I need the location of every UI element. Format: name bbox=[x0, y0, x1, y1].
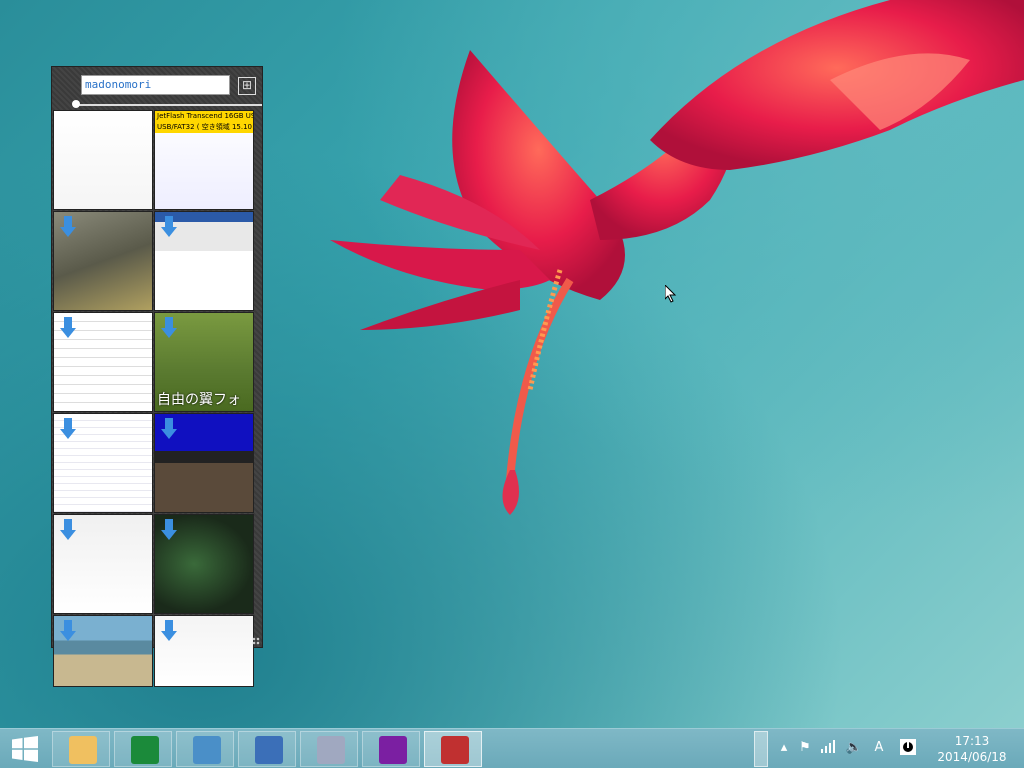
thumbnail-tile[interactable] bbox=[53, 211, 153, 311]
thumbnail-tile[interactable] bbox=[154, 211, 254, 311]
download-arrow-icon[interactable] bbox=[60, 216, 76, 238]
layout-icon: ⊞ bbox=[241, 78, 253, 92]
download-arrow-icon[interactable] bbox=[161, 418, 177, 440]
desktop[interactable]: madonomori ⊞ JetFlash Transcend 16GB USB… bbox=[0, 0, 1024, 768]
thumbnail-tile[interactable] bbox=[53, 312, 153, 412]
taskbar: ▴ ⚑ 🔈 A 17:13 2014/06/18 bbox=[0, 728, 1024, 768]
thumbnail-panel[interactable]: madonomori ⊞ JetFlash Transcend 16GB USB… bbox=[51, 66, 263, 687]
thumbnail-tile[interactable] bbox=[154, 615, 254, 687]
taskbar-app-paint[interactable] bbox=[238, 731, 296, 767]
download-arrow-icon[interactable] bbox=[161, 519, 177, 541]
magnifier-icon bbox=[441, 736, 469, 764]
download-arrow-icon[interactable] bbox=[161, 317, 177, 339]
notepad-icon bbox=[69, 736, 97, 764]
download-arrow-icon[interactable] bbox=[161, 216, 177, 238]
clock-time[interactable]: 17:13 bbox=[936, 734, 1008, 748]
database-icon bbox=[317, 736, 345, 764]
store-icon bbox=[131, 736, 159, 764]
taskbar-app-magnifier[interactable] bbox=[424, 731, 482, 767]
tile-caption: 自由の翼フォ bbox=[157, 392, 241, 408]
taskbar-app-store[interactable] bbox=[114, 731, 172, 767]
tile-header-text: JetFlash Transcend 16GB USB bbox=[155, 111, 254, 122]
search-icon bbox=[379, 736, 407, 764]
wallpaper-flower bbox=[330, 0, 1024, 515]
search-input[interactable]: madonomori bbox=[81, 75, 230, 95]
download-arrow-icon[interactable] bbox=[161, 620, 177, 642]
tile-subheader-text: USB/FAT32 ( 空き領域 15.10 G bbox=[155, 122, 254, 133]
taskbar-scroll-button[interactable] bbox=[754, 731, 768, 767]
zoom-slider-handle[interactable] bbox=[72, 100, 80, 108]
network-icon[interactable] bbox=[820, 739, 838, 757]
layout-toggle-button[interactable]: ⊞ bbox=[238, 77, 256, 95]
photos-icon bbox=[193, 736, 221, 764]
thumbnail-tile[interactable] bbox=[154, 413, 254, 513]
download-arrow-icon[interactable] bbox=[60, 418, 76, 440]
thumbnail-tile[interactable] bbox=[53, 110, 153, 210]
clock-date[interactable]: 2014/06/18 bbox=[936, 750, 1008, 764]
download-arrow-icon[interactable] bbox=[60, 317, 76, 339]
ime-kana-icon[interactable] bbox=[899, 739, 917, 757]
volume-icon[interactable]: 🔈 bbox=[845, 739, 863, 757]
taskbar-app-photos[interactable] bbox=[176, 731, 234, 767]
download-arrow-icon[interactable] bbox=[60, 620, 76, 642]
action-center-flag-icon[interactable]: ⚑ bbox=[796, 739, 814, 757]
start-button[interactable] bbox=[0, 729, 50, 768]
resize-grip[interactable] bbox=[252, 637, 260, 645]
show-hidden-icons-button[interactable]: ▴ bbox=[775, 739, 793, 757]
thumbnail-tile[interactable]: JetFlash Transcend 16GB USB USB/FAT32 ( 空… bbox=[154, 110, 254, 210]
mouse-cursor-icon bbox=[664, 283, 677, 307]
taskbar-app-database[interactable] bbox=[300, 731, 358, 767]
taskbar-app-notepad[interactable] bbox=[52, 731, 110, 767]
thumbnail-tile[interactable] bbox=[53, 514, 153, 614]
thumbnail-tile[interactable]: 自由の翼フォ bbox=[154, 312, 254, 412]
thumbnail-tile[interactable] bbox=[154, 514, 254, 614]
thumbnail-tile[interactable] bbox=[53, 413, 153, 513]
windows-logo-icon bbox=[12, 736, 38, 762]
thumbnail-tile[interactable] bbox=[53, 615, 153, 687]
ime-mode-indicator[interactable]: A bbox=[870, 739, 888, 757]
taskbar-app-search[interactable] bbox=[362, 731, 420, 767]
download-arrow-icon[interactable] bbox=[60, 519, 76, 541]
paint-icon bbox=[255, 736, 283, 764]
zoom-slider-track[interactable] bbox=[74, 104, 262, 106]
